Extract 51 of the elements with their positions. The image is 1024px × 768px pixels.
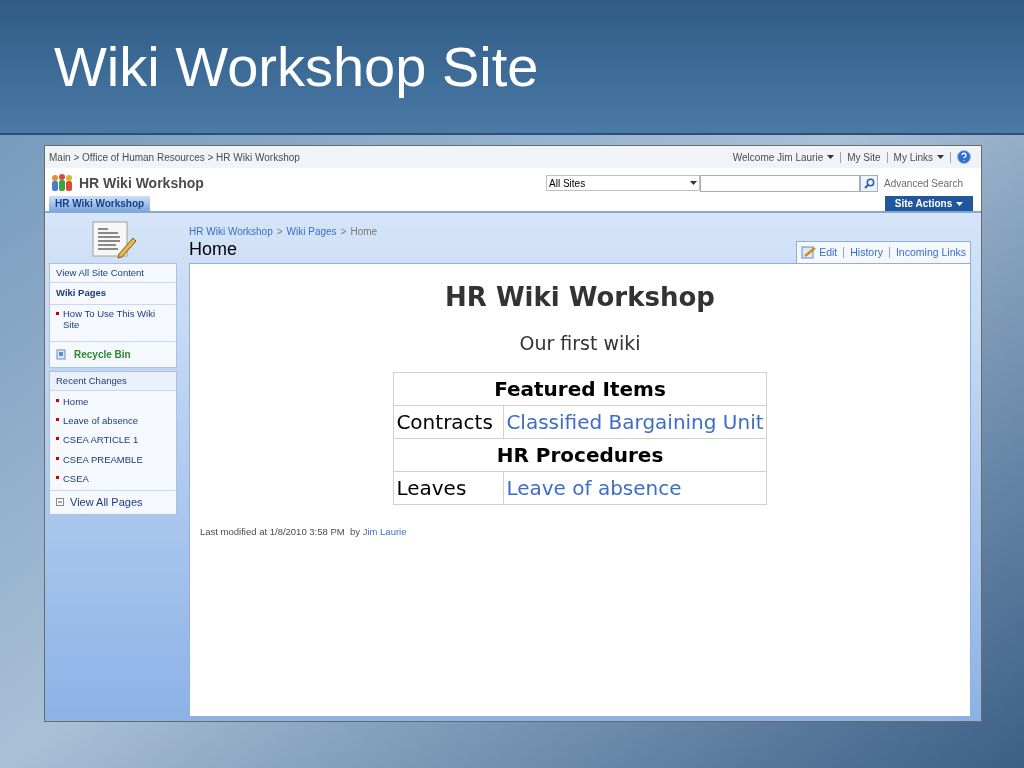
people-logo-icon bbox=[51, 174, 73, 192]
section-heading: Wiki Pages bbox=[50, 283, 176, 305]
caret-icon bbox=[827, 155, 835, 159]
recent-change-link[interactable]: Home bbox=[63, 394, 89, 409]
caret-icon bbox=[956, 201, 964, 206]
slide-title: Wiki Workshop Site bbox=[54, 33, 539, 100]
author-link[interactable]: Jim Laurie bbox=[362, 525, 407, 537]
breadcrumb-separator: > bbox=[276, 225, 283, 239]
wiki-page-icon bbox=[89, 220, 137, 260]
table-header-cell: HR Procedures bbox=[393, 438, 767, 471]
caret-icon bbox=[690, 181, 698, 185]
recent-change-link[interactable]: CSEA PREAMBLE bbox=[63, 452, 143, 467]
wiki-page-link[interactable]: How To Use This Wiki Site bbox=[63, 307, 170, 330]
page-heading: HR Wiki Workshop bbox=[445, 281, 715, 314]
section-heading: Recent Changes bbox=[50, 371, 176, 391]
breadcrumb: Main > Office of Human Resources > HR Wiki Workshop bbox=[49, 150, 300, 165]
page-title: Home bbox=[189, 239, 238, 259]
search-icon bbox=[863, 177, 875, 189]
table-cell: Contracts bbox=[393, 405, 504, 438]
recent-change-link[interactable]: CSEA bbox=[63, 471, 89, 486]
breadcrumb-link[interactable]: Wiki Pages bbox=[286, 224, 337, 239]
nav-tab[interactable]: HR Wiki Workshop bbox=[49, 196, 151, 211]
top-link[interactable]: Welcome Jim Laurie bbox=[732, 149, 835, 165]
site-actions-button[interactable]: Site Actions bbox=[885, 196, 973, 211]
page-action-link[interactable]: Edit bbox=[819, 244, 838, 261]
last-modified-text: Last modified at 1/8/2010 3:58 PM by bbox=[200, 525, 361, 537]
recent-change-link[interactable]: CSEA ARTICLE 1 bbox=[63, 433, 139, 448]
scope-dropdown[interactable]: All Sites bbox=[546, 175, 701, 191]
recycle-bin-link[interactable]: Recycle Bin bbox=[74, 346, 131, 362]
breadcrumb-link[interactable]: HR Wiki Workshop bbox=[189, 224, 273, 239]
search-button[interactable] bbox=[860, 174, 879, 192]
expand-icon bbox=[56, 498, 64, 507]
breadcrumb-current: Home bbox=[350, 225, 378, 239]
top-link[interactable]: My Site bbox=[847, 149, 881, 165]
edit-icon bbox=[801, 246, 818, 259]
top-link[interactable]: My Links bbox=[893, 149, 944, 165]
page-action-link[interactable]: History bbox=[850, 244, 883, 261]
site-title: HR Wiki Workshop bbox=[79, 173, 204, 193]
table-header-cell: Featured Items bbox=[393, 372, 767, 405]
breadcrumb-separator: > bbox=[340, 225, 347, 239]
recent-change-link[interactable]: Leave of absence bbox=[63, 414, 138, 429]
caret-icon bbox=[937, 155, 944, 159]
page-action-link[interactable]: Incoming Links bbox=[895, 244, 966, 261]
view-all-pages-link[interactable]: View All Pages bbox=[70, 494, 143, 511]
table-cell: Leaves bbox=[393, 471, 504, 504]
advanced-search-link[interactable]: Advanced Search bbox=[884, 175, 963, 191]
recycle-bin-icon bbox=[56, 348, 66, 360]
view-all-site-content-link[interactable]: View All Site Content bbox=[50, 264, 176, 284]
search-field[interactable] bbox=[700, 174, 861, 192]
help-icon[interactable] bbox=[957, 150, 971, 164]
page-subheading: Our first wiki bbox=[519, 331, 641, 356]
